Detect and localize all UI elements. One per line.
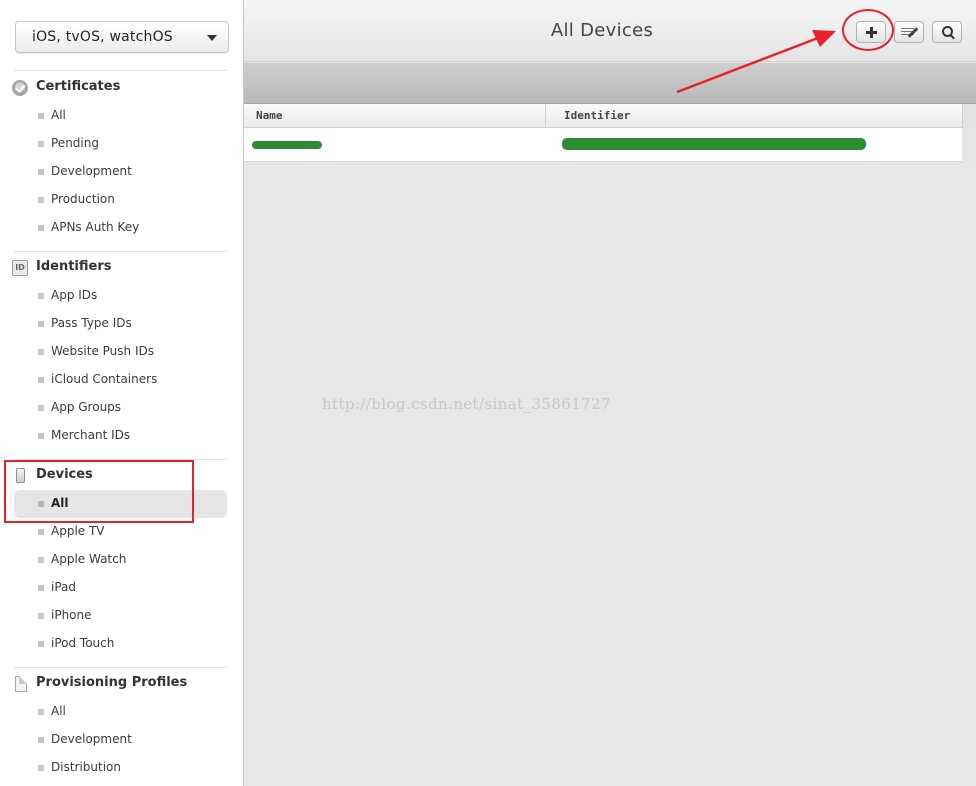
device-table: Name Identifier [244, 104, 976, 162]
sidebar-item-iphone[interactable]: iPhone [14, 602, 227, 630]
bullet-icon [38, 293, 44, 299]
bullet-icon [38, 585, 44, 591]
table-body [244, 128, 976, 162]
bullet-icon [38, 377, 44, 383]
section-certificates-label: Certificates [36, 79, 121, 94]
sidebar-item-ipod-touch[interactable]: iPod Touch [14, 630, 227, 658]
edit-icon [895, 22, 923, 42]
sidebar-item-label: APNs Auth Key [51, 220, 140, 234]
column-header-name[interactable]: Name [256, 109, 283, 122]
sidebar-item-profiles-distribution[interactable]: Distribution [14, 754, 227, 782]
column-divider [545, 104, 546, 128]
sidebar-item-label: Development [51, 732, 132, 746]
section-devices-label: Devices [36, 467, 93, 482]
bullet-icon [38, 113, 44, 119]
sidebar-item-app-groups[interactable]: App Groups [14, 394, 227, 422]
sidebar-divider [14, 70, 227, 71]
edit-button[interactable] [894, 21, 924, 43]
bullet-icon [38, 529, 44, 535]
bullet-icon [38, 225, 44, 231]
sidebar-item-label: All [51, 496, 69, 510]
add-device-button[interactable] [856, 21, 886, 43]
sidebar-item-website-push-ids[interactable]: Website Push IDs [14, 338, 227, 366]
platform-select-value: iOS, tvOS, watchOS [32, 29, 173, 45]
id-badge-icon: ID [12, 260, 28, 276]
sidebar-item-label: iPhone [51, 608, 92, 622]
table-row[interactable] [244, 128, 962, 162]
bullet-icon [38, 197, 44, 203]
sidebar-item-certificates-all[interactable]: All [14, 102, 227, 130]
sidebar-item-certificates-production[interactable]: Production [14, 186, 227, 214]
sidebar-item-label: Pass Type IDs [51, 316, 132, 330]
sidebar-item-apple-watch[interactable]: Apple Watch [14, 546, 227, 574]
bullet-icon [38, 709, 44, 715]
toolbar-strip [244, 63, 976, 104]
scrollbar-track[interactable] [962, 128, 976, 162]
bullet-icon [38, 501, 44, 507]
sidebar-item-label: Production [51, 192, 115, 206]
chevron-down-icon [207, 35, 217, 41]
sidebar-item-label: All [51, 704, 66, 718]
sidebar-item-certificates-pending[interactable]: Pending [14, 130, 227, 158]
sidebar-item-label: Pending [51, 136, 99, 150]
sidebar-item-label: App Groups [51, 400, 122, 414]
sidebar-item-profiles-all[interactable]: All [14, 698, 227, 726]
sidebar-item-label: Apple Watch [51, 552, 127, 566]
sidebar-item-label: App IDs [51, 288, 98, 302]
section-identifiers-label: Identifiers [36, 259, 112, 274]
sidebar-item-ipad[interactable]: iPad [14, 574, 227, 602]
bullet-icon [38, 765, 44, 771]
page-title: All Devices [550, 20, 654, 41]
bullet-icon [38, 349, 44, 355]
device-icon [16, 468, 25, 483]
sidebar-item-icloud-containers[interactable]: iCloud Containers [14, 366, 227, 394]
sidebar-item-pass-type-ids[interactable]: Pass Type IDs [14, 310, 227, 338]
certificate-icon [12, 80, 28, 96]
bullet-icon [38, 433, 44, 439]
plus-icon [857, 22, 885, 42]
sidebar-item-profiles-development[interactable]: Development [14, 726, 227, 754]
sidebar-item-apple-tv[interactable]: Apple TV [14, 518, 227, 546]
bullet-icon [38, 141, 44, 147]
watermark: http://blog.csdn.net/sinat_35861727 [322, 395, 612, 413]
bullet-icon [38, 169, 44, 175]
bullet-icon [38, 405, 44, 411]
sidebar-item-label: iPod Touch [51, 636, 115, 650]
scrollbar[interactable] [962, 104, 976, 128]
search-button[interactable] [932, 21, 962, 43]
sidebar-item-label: Distribution [51, 760, 122, 774]
search-icon [933, 22, 961, 42]
sidebar-item-merchant-ids[interactable]: Merchant IDs [14, 422, 227, 450]
bullet-icon [38, 737, 44, 743]
bullet-icon [38, 557, 44, 563]
sidebar: iOS, tvOS, watchOS Certificates All Pend… [0, 0, 244, 786]
page-header: All Devices [244, 0, 976, 62]
sidebar-divider [14, 459, 227, 460]
bullet-icon [38, 641, 44, 647]
section-provisioning-profiles-label: Provisioning Profiles [36, 675, 188, 690]
sidebar-item-certificates-development[interactable]: Development [14, 158, 227, 186]
bullet-icon [38, 613, 44, 619]
sidebar-item-label: Development [51, 164, 132, 178]
table-header: Name Identifier [244, 104, 976, 128]
column-header-identifier[interactable]: Identifier [564, 109, 630, 122]
sidebar-item-label: iPad [51, 580, 77, 594]
sidebar-item-apns-auth-key[interactable]: APNs Auth Key [14, 214, 227, 242]
sidebar-item-label: All [51, 108, 66, 122]
redacted-device-identifier [562, 138, 866, 150]
sidebar-divider [14, 667, 227, 668]
redacted-device-name [252, 141, 322, 149]
document-icon [15, 676, 27, 692]
sidebar-item-label: Apple TV [51, 524, 105, 538]
bullet-icon [38, 321, 44, 327]
sidebar-item-label: iCloud Containers [51, 372, 158, 386]
sidebar-item-devices-all[interactable]: All [14, 490, 227, 518]
sidebar-item-app-ids[interactable]: App IDs [14, 282, 227, 310]
platform-select[interactable]: iOS, tvOS, watchOS [15, 21, 229, 53]
sidebar-divider [14, 251, 227, 252]
sidebar-item-label: Website Push IDs [51, 344, 154, 358]
sidebar-item-label: Merchant IDs [51, 428, 131, 442]
